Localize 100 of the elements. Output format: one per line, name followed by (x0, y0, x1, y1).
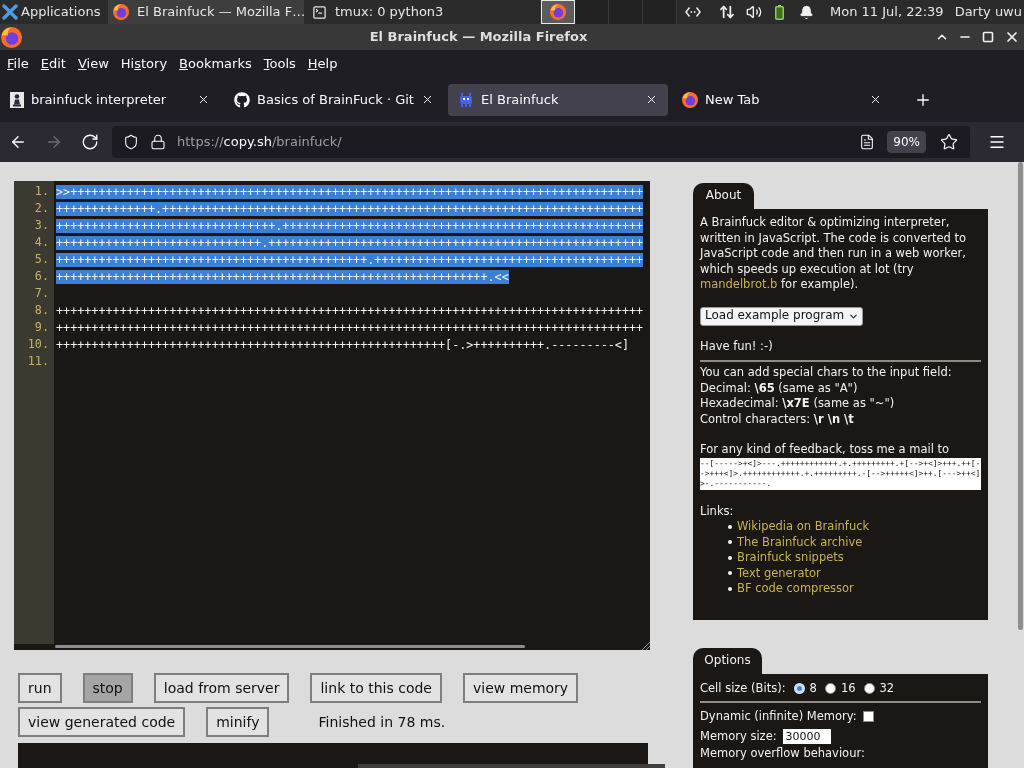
menu-item[interactable]: Tools (257, 51, 302, 76)
about-panel-title: About (693, 183, 754, 209)
code-editor[interactable] (14, 181, 650, 650)
star-icon[interactable] (940, 133, 958, 151)
zoom-level-button[interactable]: 90% (887, 131, 926, 153)
bell-icon[interactable] (799, 4, 814, 20)
radio-button[interactable] (863, 682, 875, 694)
links-heading: Links: (700, 503, 734, 519)
memory-size-label: Memory size: (700, 728, 777, 744)
applications-menu-button[interactable]: Applications (0, 0, 105, 24)
document-icon[interactable] (859, 134, 876, 150)
url-text[interactable]: https://copy.sh/brainfuck/ (177, 132, 342, 152)
resource-link[interactable]: Brainfuck snippets (737, 550, 844, 566)
close-icon[interactable] (645, 93, 658, 106)
shield-icon[interactable] (123, 134, 139, 150)
close-icon[interactable] (1004, 29, 1020, 45)
example-program-select[interactable]: Load example program (700, 306, 863, 326)
checkbox[interactable] (862, 710, 874, 722)
vertical-scrollbar[interactable] (1018, 162, 1023, 630)
menu-item[interactable]: History (114, 51, 174, 76)
special-chars-intro: You can add special chars to the input field: (700, 365, 952, 381)
status-text: Finished in 78 ms. (318, 712, 446, 732)
code-line: +++++++++++++++++++++++++++++++++++++++++++++++++++++++++++++++++++++++++++++++++++ (56, 303, 644, 318)
user-name[interactable]: Darty uwu (954, 2, 1022, 22)
line-number: 9. (34, 318, 49, 336)
menu-item[interactable]: Help (301, 51, 344, 76)
action-button[interactable]: view generated code (18, 707, 186, 737)
close-icon[interactable] (869, 93, 882, 106)
horizontal-scrollbar[interactable] (358, 764, 665, 768)
reload-icon[interactable] (81, 133, 99, 151)
browser-logo-icon (682, 91, 698, 108)
resource-link[interactable]: BF code compressor (737, 581, 854, 597)
browser-logo-icon (1, 26, 22, 48)
memory-size-field[interactable]: 30000 (782, 728, 831, 744)
resource-link[interactable]: The Brainfuck archive (737, 534, 863, 550)
menu-item[interactable]: Bookmarks (173, 51, 258, 76)
bullet-icon (728, 555, 732, 560)
line-number: 2. (34, 199, 49, 217)
feedback-text: For any kind of feedback, toss me a mail to (700, 442, 950, 458)
resource-link[interactable]: Wikipedia on Brainfuck (737, 519, 870, 535)
bullet-icon (728, 571, 732, 576)
line-number: 7. (34, 284, 49, 302)
radio-button[interactable] (824, 682, 836, 694)
address-bar[interactable]: https://copy.sh/brainfuck/ 90% (112, 126, 970, 158)
line-number: 8. (34, 301, 49, 319)
cell-size-label: Cell size (Bits): (700, 680, 786, 696)
action-button[interactable]: link to this code (310, 673, 442, 703)
action-button[interactable]: minify (206, 707, 270, 737)
menu-icon[interactable] (988, 133, 1006, 151)
menu-item[interactable]: Edit (34, 51, 72, 76)
line-number: 11. (27, 352, 49, 370)
special-chars-line: Hexadecimal: \x7E (same as "~") (700, 396, 895, 412)
bullet-icon (728, 586, 732, 591)
options-panel-title: Options (693, 648, 762, 674)
bullet-icon (728, 540, 732, 545)
line-number: 5. (34, 250, 49, 268)
resize-grip-icon[interactable] (642, 642, 650, 650)
overflow-label: Memory overflow behaviour: (700, 746, 866, 761)
about-description: A Brainfuck editor & optimizing interpreter, written in JavaScript. The code is converted to JavaScript code and then run in a web worker, which speeds up execution at lot (try mandelbrot.b for example). (700, 215, 968, 293)
window-title: El Brainfuck — Mozilla Firefox (369, 28, 588, 47)
close-icon[interactable] (421, 93, 434, 106)
network-icon[interactable] (685, 6, 701, 18)
browser-logo-icon (113, 4, 129, 20)
battery-icon[interactable] (775, 4, 784, 20)
arrows-up-down-icon[interactable] (719, 4, 735, 20)
special-chars-line: Decimal: \65 (same as "A") (700, 380, 858, 396)
action-button[interactable]: view memory (462, 673, 579, 703)
radio-label[interactable]: 16 (840, 680, 856, 696)
x-logo-icon (2, 4, 18, 20)
radio-label[interactable]: 32 (879, 680, 895, 696)
maximize-icon[interactable] (982, 31, 994, 43)
line-number: 6. (34, 267, 49, 285)
horizontal-scrollbar[interactable] (55, 645, 525, 648)
bullet-icon (728, 524, 732, 529)
browser-logo-icon (550, 4, 566, 20)
resource-link[interactable]: Text generator (737, 565, 821, 581)
radio-label[interactable]: 8 (809, 680, 817, 696)
code-line: +++++++++++++++++++++++++++++++++++++++++++++++++++++++[-.>++++++++++.---------<] (56, 337, 629, 352)
menu-item[interactable]: View (71, 51, 115, 76)
volume-icon[interactable] (746, 4, 762, 20)
menu-item[interactable]: File (1, 51, 35, 76)
browser-tab[interactable]: El Brainfuck (448, 83, 668, 116)
dynamic-memory-label: Dynamic (infinite) Memory: (700, 708, 857, 724)
example-link[interactable]: mandelbrot.b (700, 277, 778, 291)
close-icon[interactable] (197, 93, 210, 106)
pawn-icon (10, 91, 24, 108)
terminal-icon (312, 4, 327, 20)
action-button[interactable]: load from server (153, 673, 290, 703)
line-number: 3. (34, 216, 49, 234)
line-number: 10. (27, 335, 49, 353)
pixel-alien-icon (458, 91, 474, 108)
line-number: 4. (34, 233, 49, 251)
have-fun-text: Have fun! :-) (700, 338, 773, 354)
special-chars-line: Control characters: \r \n \t (700, 411, 854, 427)
taskbar-window-button[interactable]: El Brainfuck — Mozilla F… (108, 0, 304, 24)
clock-text[interactable]: Mon 11 Jul, 22:39 (830, 2, 944, 22)
action-button[interactable]: run (18, 673, 62, 703)
lock-icon[interactable] (150, 134, 166, 150)
line-number: 1. (34, 182, 49, 200)
octocat-icon (234, 91, 250, 108)
